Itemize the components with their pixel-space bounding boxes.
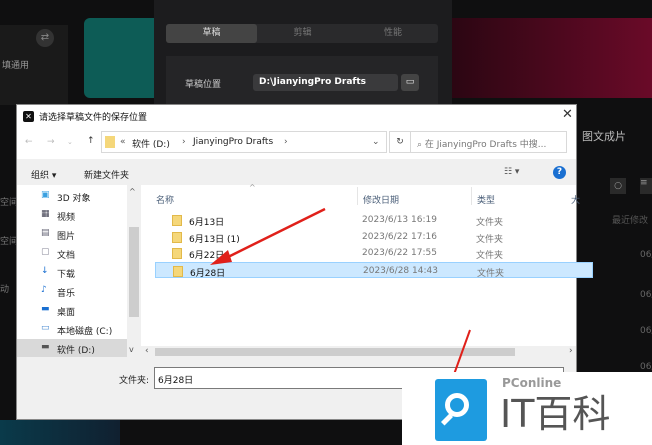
- arrow-line: [221, 207, 326, 262]
- arrow-head: [210, 250, 232, 265]
- watermark-name: IT百科: [500, 392, 611, 436]
- watermark: PConline IT百科: [402, 372, 652, 445]
- watermark-brand: PConline: [502, 376, 562, 390]
- pconline-logo-icon: [435, 379, 487, 441]
